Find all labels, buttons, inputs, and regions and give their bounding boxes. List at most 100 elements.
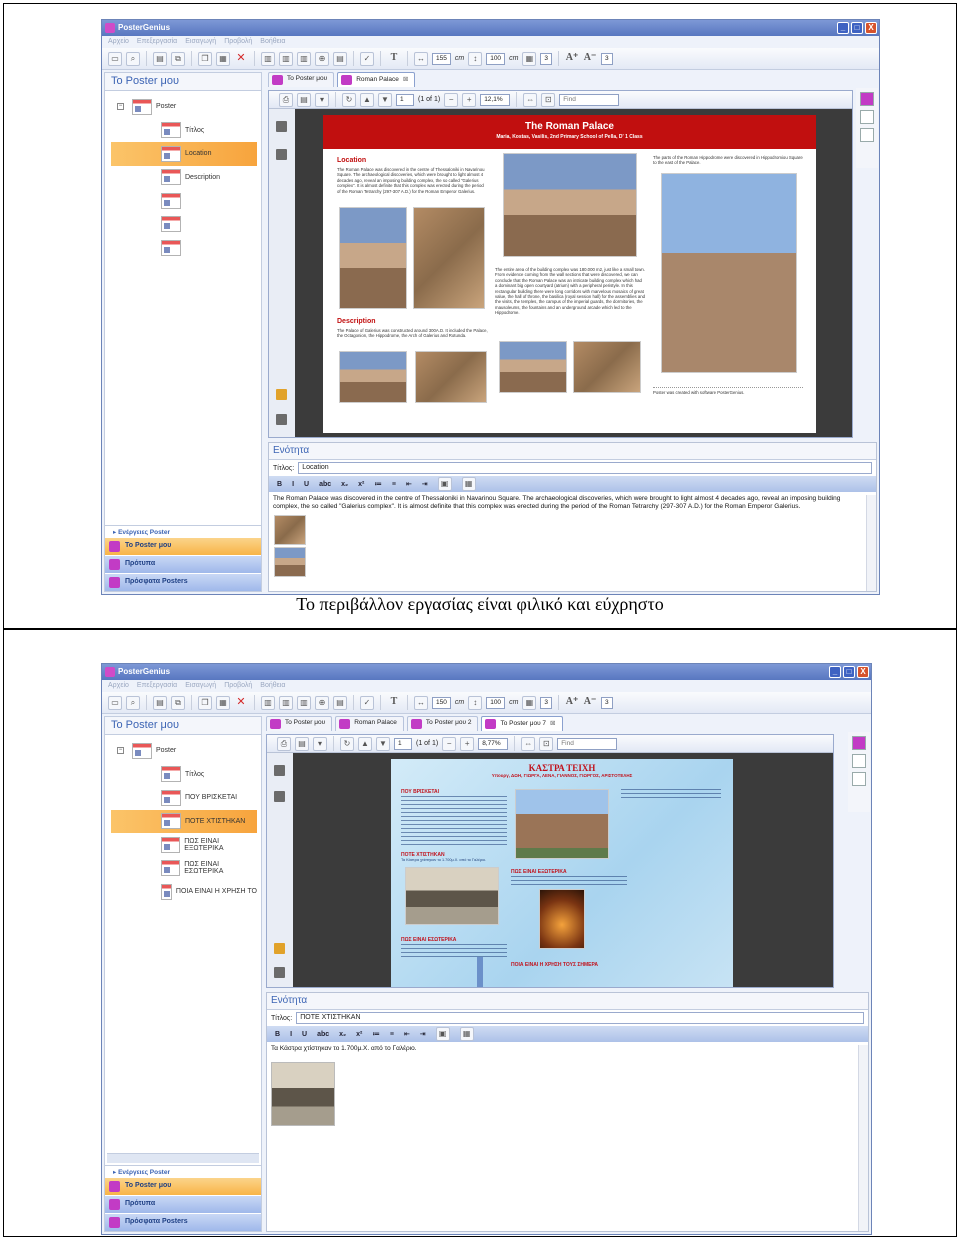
tree-node-title[interactable]: Τίτλος xyxy=(111,763,257,787)
print-icon[interactable]: ⎙ xyxy=(279,92,293,107)
poster-mode-icon[interactable] xyxy=(852,736,866,750)
refresh-icon[interactable]: ↻ xyxy=(342,92,356,107)
insert-image-icon[interactable]: ▣ xyxy=(435,1027,450,1041)
zoom-in-icon[interactable]: + xyxy=(460,736,475,751)
tree-hscrollbar[interactable] xyxy=(107,1153,259,1163)
bookmarks-icon[interactable] xyxy=(276,149,287,160)
layout-2-icon[interactable]: ▥ xyxy=(279,51,293,66)
print-layout-icon[interactable]: ▤ xyxy=(333,51,347,66)
width-input[interactable]: 150 xyxy=(432,696,451,709)
menu-edit[interactable]: Επεξεργασία xyxy=(137,682,177,690)
font-grow-icon[interactable]: A⁺ xyxy=(565,696,579,710)
tree-node-location[interactable]: Location xyxy=(111,142,257,166)
tree-node-when-built[interactable]: ΠΟΤΕ ΧΤΙΣΤΗΚΑΝ xyxy=(111,809,257,833)
find-input[interactable] xyxy=(559,93,620,106)
tree-node-section[interactable] xyxy=(111,189,257,213)
layout-1-icon[interactable]: ▥ xyxy=(261,695,275,710)
text-style-icon[interactable]: T xyxy=(387,52,401,66)
pages-icon[interactable] xyxy=(274,765,285,776)
nav-recent-posters[interactable]: Πρόσφατα Posters xyxy=(105,573,261,591)
comments-icon[interactable] xyxy=(274,943,285,954)
fit-width-icon[interactable]: ⇔ xyxy=(523,92,538,107)
save-icon[interactable]: ▤ xyxy=(153,51,167,66)
tree-node-section[interactable] xyxy=(111,213,257,237)
menu-help[interactable]: Βοήθεια xyxy=(260,38,285,46)
fit-width-icon[interactable]: ⇔ xyxy=(521,736,536,751)
insert-table-icon[interactable]: ▦ xyxy=(461,477,476,491)
zoom-out-icon[interactable]: − xyxy=(442,736,457,751)
export-image-icon[interactable]: ▾ xyxy=(313,736,327,751)
pages-icon[interactable] xyxy=(276,121,287,132)
delete-icon[interactable]: ✕ xyxy=(234,696,248,710)
attachment-icon[interactable] xyxy=(276,414,287,425)
menu-insert[interactable]: Εισαγωγή xyxy=(185,38,216,46)
tree-node-poster[interactable]: − Poster xyxy=(111,739,257,763)
font-step-input[interactable]: 3 xyxy=(601,52,613,65)
strikethrough-button[interactable]: abc xyxy=(317,1031,329,1038)
tab-close-icon[interactable]: ⊠ xyxy=(403,76,408,83)
zoom-icon[interactable]: ⊕ xyxy=(315,695,329,710)
nav-recent-posters[interactable]: Πρόσφατα Posters xyxy=(105,1213,261,1231)
tree-node-exterior[interactable]: ΠΩΣ ΕΙΝΑΙ ΕΞΩΤΕΡΙΚΑ xyxy=(111,833,257,857)
font-step-input[interactable]: 3 xyxy=(601,696,613,709)
subscript-button[interactable]: x₂ xyxy=(339,1031,346,1038)
bold-button[interactable]: B xyxy=(275,1031,280,1038)
underline-button[interactable]: U xyxy=(304,481,309,488)
section-text-area[interactable]: The Roman Palace was discovered in the c… xyxy=(269,492,876,514)
tab-roman-palace[interactable]: Roman Palace xyxy=(335,716,404,731)
properties-icon[interactable] xyxy=(852,754,866,768)
layout-3-icon[interactable]: ▥ xyxy=(297,51,311,66)
bold-button[interactable]: B xyxy=(277,481,282,488)
page-input[interactable]: 1 xyxy=(394,737,412,750)
monitor-icon[interactable] xyxy=(860,128,874,142)
subscript-button[interactable]: x₂ xyxy=(341,481,348,488)
page-input[interactable]: 1 xyxy=(396,93,414,106)
zoom-icon[interactable]: ⊕ xyxy=(315,51,329,66)
indent-button[interactable]: ⇥ xyxy=(420,1030,426,1038)
refresh-icon[interactable]: ↻ xyxy=(340,736,354,751)
layout-1-icon[interactable]: ▥ xyxy=(261,51,275,66)
height-input[interactable]: 100 xyxy=(486,52,506,65)
section-image[interactable] xyxy=(274,547,306,577)
nav-my-poster[interactable]: Το Poster μου xyxy=(105,537,261,555)
text-style-icon[interactable]: T xyxy=(387,696,401,710)
menu-edit[interactable]: Επεξεργασία xyxy=(137,38,177,46)
copy-icon[interactable]: ⧉ xyxy=(171,695,185,710)
collapse-icon[interactable]: − xyxy=(117,747,124,755)
minimize-button[interactable]: _ xyxy=(829,666,841,678)
new-file-icon[interactable]: ▭ xyxy=(108,51,122,66)
menu-view[interactable]: Προβολή xyxy=(224,682,252,690)
layout-3-icon[interactable]: ▥ xyxy=(297,695,311,710)
next-page-icon[interactable]: ▼ xyxy=(376,736,390,751)
tree-node-description[interactable]: Description xyxy=(111,166,257,190)
poster-actions-link[interactable]: ▸ Ενέργειες Poster xyxy=(105,1165,261,1177)
menu-file[interactable]: Αρχείο xyxy=(108,682,129,690)
menu-help[interactable]: Βοήθεια xyxy=(260,682,285,690)
nav-templates[interactable]: Πρότυπα xyxy=(105,555,261,573)
section-title-input[interactable]: Location xyxy=(298,462,872,474)
export-image-icon[interactable]: ▾ xyxy=(315,92,329,107)
collapse-icon[interactable]: − xyxy=(117,103,124,111)
nav-my-poster[interactable]: Το Poster μου xyxy=(105,1177,261,1195)
menu-view[interactable]: Προβολή xyxy=(224,38,252,46)
preview-icon[interactable]: ⌕ xyxy=(126,695,140,710)
fit-page-icon[interactable]: ⊡ xyxy=(541,92,556,107)
duplicate-icon[interactable]: ❐ xyxy=(198,51,212,66)
outdent-button[interactable]: ⇤ xyxy=(406,480,412,488)
prev-page-icon[interactable]: ▲ xyxy=(358,736,372,751)
copy-icon[interactable]: ⧉ xyxy=(171,51,185,66)
print-layout-icon[interactable]: ▤ xyxy=(333,695,347,710)
width-input[interactable]: 155 xyxy=(432,52,451,65)
bookmarks-icon[interactable] xyxy=(274,791,285,802)
section-image[interactable] xyxy=(274,515,306,545)
height-input[interactable]: 100 xyxy=(486,696,506,709)
zoom-out-icon[interactable]: − xyxy=(444,92,459,107)
zoom-in-icon[interactable]: + xyxy=(462,92,477,107)
section-image[interactable] xyxy=(271,1062,335,1126)
tree-node-title[interactable]: Τίτλος xyxy=(111,119,257,143)
zoom-input[interactable]: 12,1% xyxy=(480,93,511,106)
outdent-button[interactable]: ⇤ xyxy=(404,1030,410,1038)
save-icon[interactable]: ▤ xyxy=(297,92,311,107)
italic-button[interactable]: I xyxy=(292,481,294,488)
print-icon[interactable]: ⎙ xyxy=(277,736,291,751)
